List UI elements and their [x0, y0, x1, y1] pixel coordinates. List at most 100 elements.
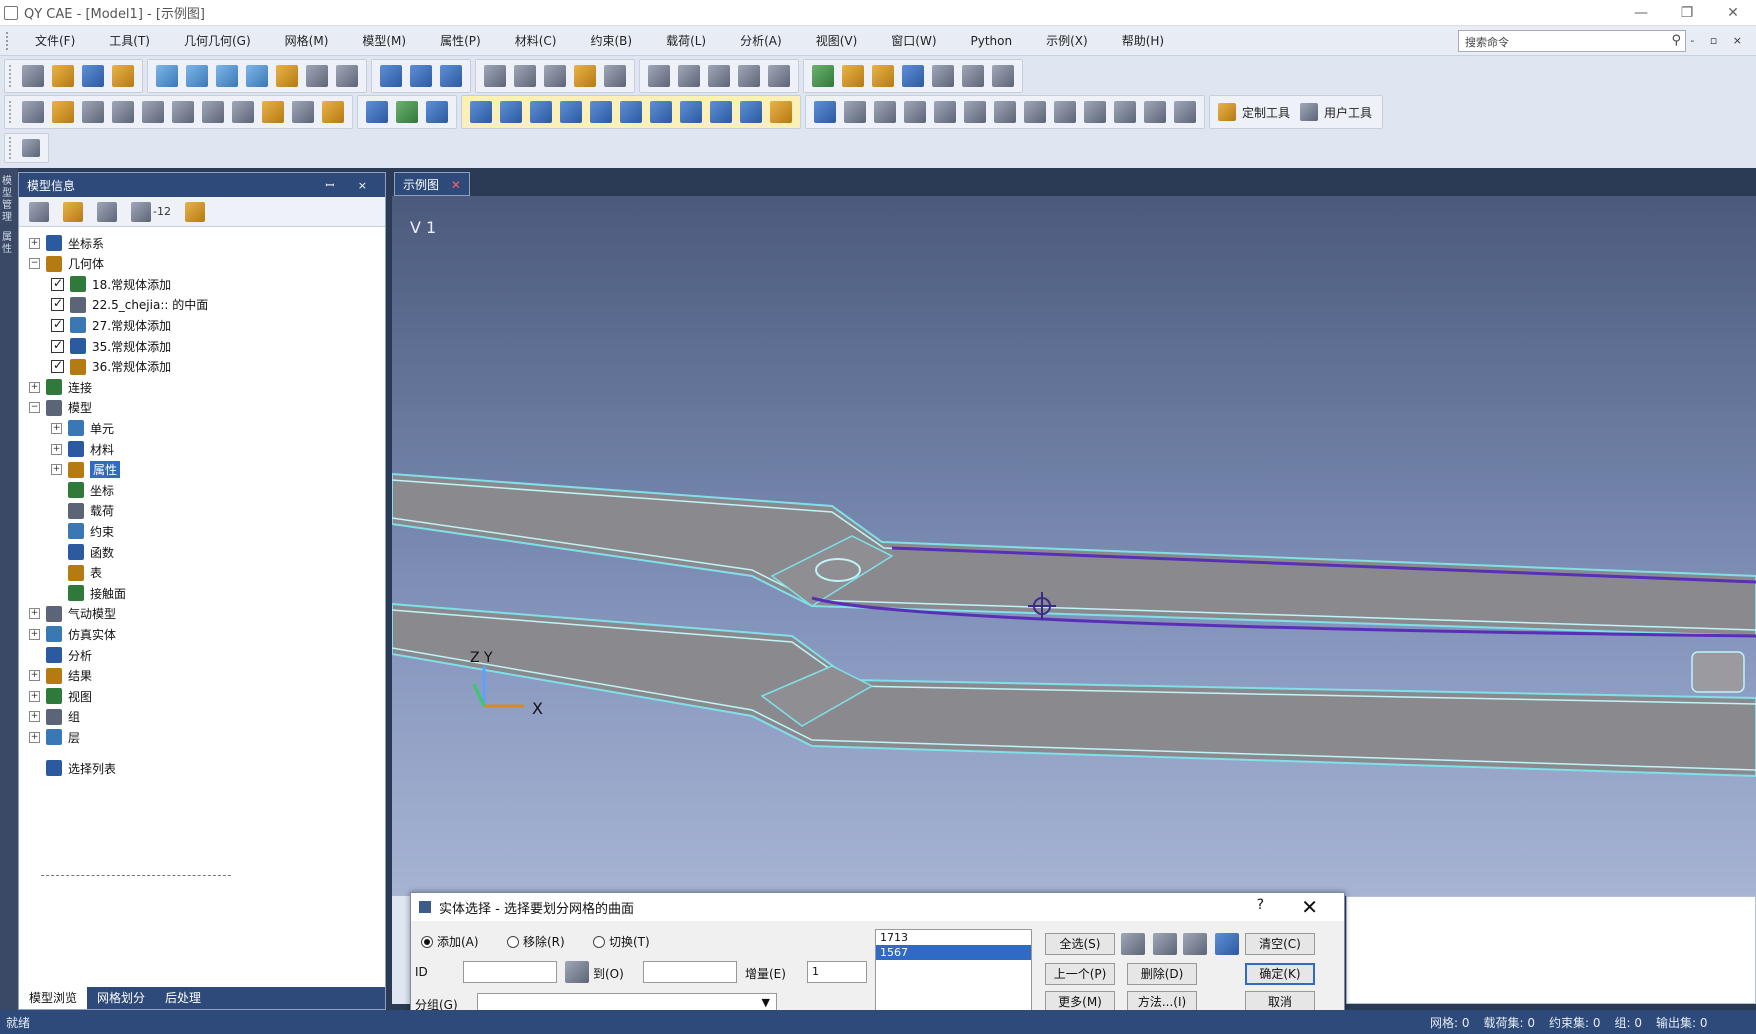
display-tool-4-icon[interactable] — [902, 65, 924, 87]
select-all-button[interactable]: 全选(S) — [1045, 933, 1115, 955]
hl-tool-9-icon[interactable] — [710, 101, 732, 123]
mesh-edit-6-icon[interactable] — [172, 101, 194, 123]
menu-material[interactable]: 材料(C) — [498, 32, 574, 49]
tree-node[interactable]: 接触面 — [51, 583, 126, 603]
mesh-edit-7-icon[interactable] — [202, 101, 224, 123]
radio-remove-dot[interactable] — [507, 935, 519, 948]
tree-node[interactable]: + 结果 — [29, 666, 92, 686]
custom-tools-icon[interactable] — [1218, 103, 1236, 121]
visibility-checkbox[interactable] — [51, 296, 64, 312]
increment-input[interactable]: 1 — [807, 961, 867, 983]
expand-icon[interactable]: + — [29, 608, 40, 620]
display-tool-2-icon[interactable] — [842, 65, 864, 87]
hl-tool-3-icon[interactable] — [530, 101, 552, 123]
custom-tools-label[interactable]: 定制工具 — [1242, 104, 1290, 121]
expand-icon[interactable]: + — [29, 731, 40, 743]
level-count[interactable]: -12 — [153, 205, 171, 218]
viewport-tab[interactable]: 示例图 ✕ — [394, 172, 470, 196]
display-tool-5-icon[interactable] — [932, 65, 954, 87]
tab-model-browse[interactable]: 模型浏览 — [19, 987, 88, 1009]
tree-node[interactable]: + 材料 — [51, 439, 114, 459]
collapse-icon[interactable] — [29, 201, 49, 222]
tab-postprocess[interactable]: 后处理 — [155, 987, 211, 1009]
expand-icon[interactable]: + — [29, 711, 40, 723]
radio-toggle-dot[interactable] — [593, 935, 605, 948]
menu-mesh[interactable]: 网格(M) — [268, 32, 346, 49]
collapse-icon[interactable]: − — [29, 258, 40, 270]
hl-tool-5-icon[interactable] — [590, 101, 612, 123]
mesh-edit-4-icon[interactable] — [112, 101, 134, 123]
tree-node[interactable]: + 视图 — [29, 686, 92, 706]
zoom-region-icon[interactable] — [1183, 933, 1207, 955]
expand-icon[interactable]: + — [51, 443, 62, 455]
close-tab-icon[interactable]: ✕ — [451, 178, 461, 192]
expand-icon[interactable]: + — [29, 628, 40, 640]
panel-header-controls[interactable]: ꟷ × — [325, 178, 377, 193]
tree-node[interactable]: + 单元 — [51, 418, 114, 438]
dock-tab-property[interactable]: 属性 — [2, 232, 16, 256]
grid-select-icon[interactable] — [1121, 933, 1145, 955]
radio-add-dot[interactable] — [421, 935, 433, 948]
hl-tool-4-icon[interactable] — [560, 101, 582, 123]
align-tool-6-icon[interactable] — [964, 101, 986, 123]
tree-node[interactable]: 载荷 — [51, 501, 114, 521]
transform-icon[interactable] — [604, 65, 626, 87]
expand-icon[interactable]: + — [29, 690, 40, 702]
tree-node[interactable]: − 模型 — [29, 398, 92, 418]
tree-node[interactable]: 表 — [51, 563, 102, 583]
expand-icon[interactable]: + — [29, 237, 40, 249]
menu-view[interactable]: 视图(V) — [799, 32, 875, 49]
mesh-edit-2-icon[interactable] — [52, 101, 74, 123]
menu-tools[interactable]: 工具(T) — [92, 32, 167, 49]
dialog-close-button[interactable]: ✕ — [1301, 895, 1318, 919]
display-tool-1-icon[interactable] — [812, 65, 834, 87]
view-tool-2-icon[interactable] — [678, 65, 700, 87]
list-item-selected[interactable]: 1567 — [876, 945, 1031, 960]
search-icon[interactable]: ⚲ — [1671, 33, 1681, 48]
align-tool-3-icon[interactable] — [874, 101, 896, 123]
tree-node[interactable]: 35.常规体添加 — [51, 336, 171, 356]
menu-analysis[interactable]: 分析(A) — [723, 32, 799, 49]
geometry-tool-4-icon[interactable] — [246, 65, 268, 87]
menu-property[interactable]: 属性(P) — [423, 32, 498, 49]
graphics-viewport[interactable]: V 1 Z Y X — [392, 196, 1756, 896]
geometry-tool-3-icon[interactable] — [216, 65, 238, 87]
mdi-controls[interactable]: - ▫ × — [1690, 34, 1748, 47]
menu-constraint[interactable]: 约束(B) — [573, 32, 649, 49]
new-file-icon[interactable] — [22, 65, 44, 87]
mesh-edit-11-icon[interactable] — [322, 101, 344, 123]
minimize-button[interactable]: — — [1618, 0, 1664, 26]
align-tool-4-icon[interactable] — [904, 101, 926, 123]
view-tool-3-icon[interactable] — [708, 65, 730, 87]
import-icon[interactable] — [112, 65, 134, 87]
radio-remove[interactable]: 移除(R) — [507, 933, 565, 950]
mesh-edit-3-icon[interactable] — [82, 101, 104, 123]
display-tool-6-icon[interactable] — [962, 65, 984, 87]
tree-node[interactable]: 36.常规体添加 — [51, 357, 171, 377]
tree-node[interactable]: 函数 — [51, 542, 114, 562]
tree-node[interactable]: + 坐标系 — [29, 233, 104, 253]
element-tool-3-icon[interactable] — [426, 101, 448, 123]
invert-select-icon[interactable] — [1215, 933, 1239, 955]
hl-tool-6-icon[interactable] — [620, 101, 642, 123]
help-button[interactable]: ? — [1257, 897, 1264, 913]
mesh-edit-9-icon[interactable] — [262, 101, 284, 123]
view-tool-5-icon[interactable] — [768, 65, 790, 87]
visibility-checkbox[interactable] — [51, 317, 64, 332]
menu-file[interactable]: 文件(F) — [18, 32, 92, 49]
mesh-tool-1-icon[interactable] — [380, 65, 402, 87]
selection-list[interactable]: 1713 1567 — [875, 929, 1032, 1019]
menu-example[interactable]: 示例(X) — [1029, 32, 1105, 49]
menu-python[interactable]: Python — [954, 34, 1030, 48]
geometry-tool-1-icon[interactable] — [156, 65, 178, 87]
tree-node[interactable]: + 组 — [29, 707, 80, 727]
menu-help[interactable]: 帮助(H) — [1105, 32, 1181, 49]
check-icon[interactable] — [514, 65, 536, 87]
save-icon[interactable] — [82, 65, 104, 87]
mesh-tool-2-icon[interactable] — [410, 65, 432, 87]
align-tool-8-icon[interactable] — [1024, 101, 1046, 123]
clear-button[interactable]: 清空(C) — [1245, 933, 1315, 955]
hl-tool-11-icon[interactable] — [770, 101, 792, 123]
radio-add[interactable]: 添加(A) — [421, 933, 479, 950]
tree-node[interactable]: − 几何体 — [29, 254, 104, 274]
